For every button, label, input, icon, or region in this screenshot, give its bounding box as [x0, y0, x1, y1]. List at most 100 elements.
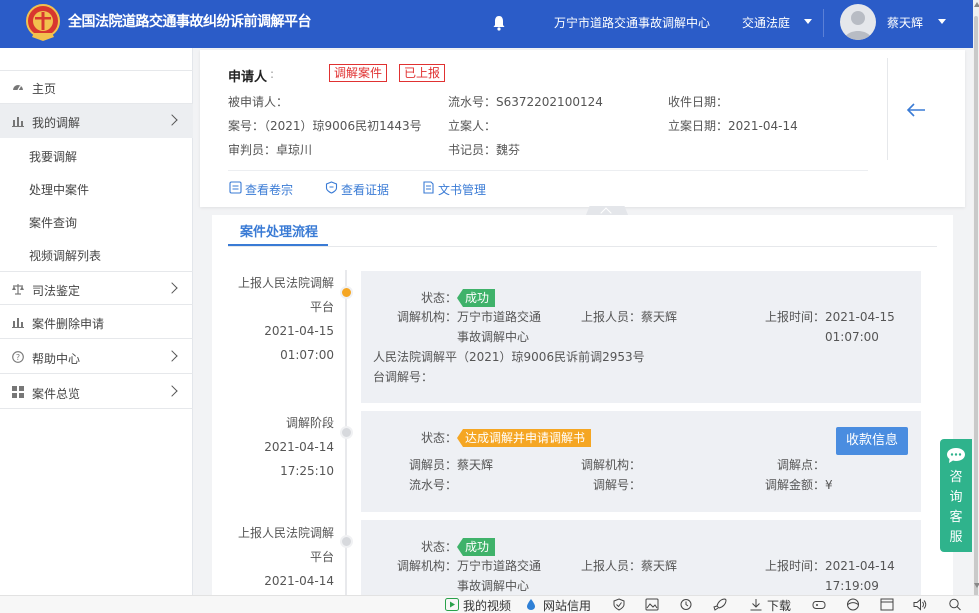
card-divider — [887, 58, 888, 160]
user-name-menu[interactable]: 蔡天辉 — [887, 14, 923, 31]
refresh-icon[interactable] — [679, 598, 693, 611]
status-badge: 达成调解并申请调解书 — [457, 429, 592, 447]
timeline-card: 状态： 成功 调解机构： 万宁市道路交通 事故调解中心 上报人员：蔡天辉 上报时… — [361, 520, 921, 595]
rocket-icon[interactable] — [713, 598, 727, 611]
window-icon[interactable] — [880, 598, 894, 611]
stage-name: 调解阶段 — [285, 416, 334, 430]
clerk-field: 书记员：魏芬 — [448, 143, 521, 157]
evidence-icon — [325, 181, 338, 194]
court-menu-caret-icon[interactable] — [804, 19, 812, 24]
view-dossier-link[interactable]: 查看卷宗 — [229, 181, 294, 198]
org-value-cont: 事故调解中心 — [457, 579, 530, 593]
chat-bubble-icon — [947, 448, 965, 463]
my-video-link[interactable]: 我的视频 — [463, 597, 511, 613]
sidebar-item-label: 我的调解 — [32, 116, 81, 130]
court-menu[interactable]: 交通法庭 — [742, 14, 790, 31]
reporter-field: 上报人员：蔡天辉 — [581, 559, 678, 573]
sidebar-item-judicial-appraisal[interactable]: 司法鉴定 — [0, 271, 193, 305]
chevron-right-icon — [166, 350, 178, 362]
applicant-label: 申请人 — [228, 70, 268, 85]
user-menu-caret-icon[interactable] — [938, 19, 946, 24]
payment-info-button[interactable]: 收款信息 — [836, 427, 909, 455]
serial-field: 流水号： — [409, 478, 458, 492]
image-icon[interactable] — [645, 598, 659, 611]
sidebar-item-my-mediation[interactable]: 我的调解 — [0, 104, 193, 138]
download-link[interactable]: 下载 — [767, 597, 791, 613]
view-evidence-link[interactable]: 查看证据 — [325, 181, 390, 198]
sidebar-subitem-new-mediation[interactable]: 我要调解 — [29, 148, 77, 165]
svg-text:?: ? — [16, 353, 20, 362]
org-value: 万宁市道路交通 — [457, 310, 542, 324]
play-icon — [445, 598, 459, 611]
org-label: 调解机构： — [397, 310, 458, 324]
timeline-entry-meta: 上报人民法院调解 平台 2021-04-14 — [212, 521, 334, 593]
sidebar-item-home[interactable]: 主页 — [0, 70, 193, 104]
timeline-card: 状态： 达成调解并申请调解书 收款信息 调解员：蔡天辉 调解机构： 调解点： 流… — [361, 411, 921, 512]
respondent-field: 被申请人： — [228, 95, 289, 109]
court-no-label-cont: 台调解号： — [373, 370, 434, 384]
reporter-field: 上报人员：蔡天辉 — [581, 310, 678, 324]
avatar[interactable] — [840, 4, 876, 40]
tab-bar-line — [228, 246, 937, 247]
sidebar-item-case-deletion[interactable]: 案件删除申请 — [0, 305, 193, 339]
sidebar-subitem-case-query[interactable]: 案件查询 — [29, 214, 77, 231]
page-scrollbar[interactable] — [973, 0, 979, 596]
stage-name: 上报人民法院调解 — [237, 276, 334, 290]
tab-case-process[interactable]: 案件处理流程 — [240, 221, 318, 240]
report-time: 17:19:09 — [825, 579, 879, 593]
scale-icon — [12, 284, 24, 295]
app-title: 全国法院道路交通事故纠纷诉前调解平台 — [68, 14, 312, 30]
report-date: 2021-04-14 — [825, 559, 895, 573]
mediator-field: 调解员：蔡天辉 — [409, 458, 494, 472]
org-value-cont: 事故调解中心 — [457, 330, 530, 344]
document-management-link[interactable]: 文书管理 — [423, 181, 486, 198]
org-field: 调解机构： — [581, 458, 642, 472]
dossier-icon — [229, 181, 242, 194]
filer-field: 立案人： — [448, 119, 497, 133]
timeline-entry-meta: 调解阶段 2021-04-14 17:25:10 — [212, 411, 334, 483]
status-label: 状态： — [421, 291, 458, 305]
shield-icon[interactable] — [612, 598, 626, 611]
status-badge: 成功 — [457, 538, 496, 556]
org-value: 万宁市道路交通 — [457, 559, 542, 573]
header-divider — [823, 9, 824, 37]
receive-date-field: 收件日期： — [668, 95, 729, 109]
delete-request-icon — [12, 318, 24, 328]
timeline-card: 状态： 成功 调解机构： 万宁市道路交通 事故调解中心 上报人员：蔡天辉 上报时… — [361, 271, 921, 403]
scroll-up-arrow-icon[interactable] — [974, 2, 979, 7]
court-no-label: 人民法院调解平 — [373, 350, 458, 364]
card-horizontal-divider — [228, 170, 868, 171]
game-controller-icon[interactable] — [812, 598, 826, 611]
back-arrow-icon[interactable] — [906, 102, 926, 118]
top-header: 全国法院道路交通事故纠纷诉前调解平台 万宁市道路交通事故调解中心 交通法庭 蔡天… — [0, 0, 973, 48]
scrollbar-thumb[interactable] — [974, 16, 978, 596]
scroll-down-arrow-icon[interactable] — [974, 583, 979, 588]
sidebar-subitem-video-mediation-list[interactable]: 视频调解列表 — [29, 247, 101, 264]
bell-icon[interactable] — [492, 15, 506, 31]
status-badge: 成功 — [457, 289, 496, 307]
site-credit-link[interactable]: 网站信用 — [543, 597, 591, 613]
sidebar-item-label: 案件总览 — [32, 387, 81, 401]
online-service-button[interactable]: 咨询客服 — [940, 439, 972, 552]
tag-reported: 已上报 — [399, 64, 446, 82]
view-evidence-label: 查看证据 — [341, 183, 390, 197]
grid-icon — [12, 386, 24, 398]
chevron-right-icon — [166, 114, 178, 126]
entry-date: 2021-04-14 — [264, 574, 334, 588]
filing-date-field: 立案日期：2021-04-14 — [668, 119, 798, 133]
sidebar-subitem-processing-cases[interactable]: 处理中案件 — [29, 181, 89, 198]
center-selector[interactable]: 万宁市道路交通事故调解中心 — [554, 14, 710, 31]
view-dossier-label: 查看卷宗 — [245, 183, 294, 197]
org-label: 调解机构： — [397, 559, 458, 573]
help-icon: ? — [12, 351, 24, 363]
speaker-icon[interactable] — [913, 598, 927, 611]
browser-icon[interactable] — [846, 598, 860, 611]
sidebar-item-help-center[interactable]: ? 帮助中心 — [0, 340, 193, 374]
case-info-card: 申请人 : 调解案件 已上报 被申请人： 流水号：S6372202100124 … — [200, 50, 965, 207]
online-service-label: 咨询客服 — [949, 470, 963, 545]
stage-name-cont: 平台 — [309, 300, 334, 314]
sidebar-item-case-overview[interactable]: 案件总览 — [0, 375, 193, 409]
tab-active-underline — [228, 244, 328, 246]
search-icon[interactable] — [948, 598, 962, 611]
sidebar-item-label: 主页 — [32, 82, 57, 96]
